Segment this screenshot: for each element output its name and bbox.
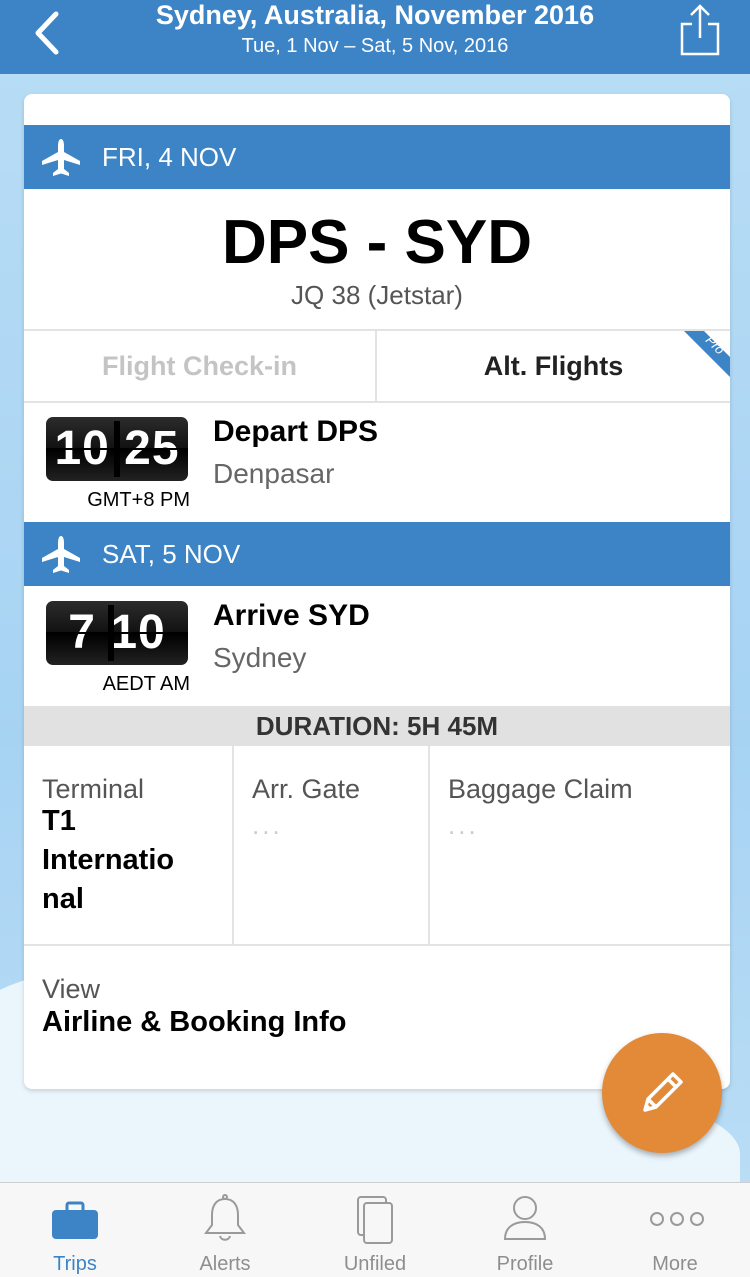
divider [24, 944, 730, 946]
airline-booking-info-link[interactable]: Airline & Booking Info [42, 1006, 347, 1039]
divider [24, 401, 730, 403]
depart-time-display: 10 25 [46, 417, 188, 481]
depart-timezone: GMT+8 PM [87, 489, 190, 511]
tab-more[interactable]: More [600, 1183, 750, 1277]
arrive-title: Arrive SYD [213, 599, 370, 632]
baggage-claim-label: Baggage Claim [448, 774, 633, 804]
alt-flights-button[interactable]: Alt. Flights [377, 331, 730, 401]
departure-day-bar: FRI, 4 NOV [24, 125, 730, 189]
bell-icon [204, 1194, 246, 1241]
arrive-timezone: AEDT AM [102, 673, 190, 695]
flight-duration: DURATION: 5H 45M [24, 706, 730, 746]
flight-checkin-button[interactable]: Flight Check-in [24, 331, 375, 401]
divider [428, 746, 430, 946]
arrival-day-bar: SAT, 5 NOV [24, 522, 730, 586]
airplane-icon [42, 536, 80, 573]
terminal-value-line1: T1 [42, 805, 76, 837]
route-title: DPS - SYD [221, 208, 533, 277]
baggage-claim-value: ... [448, 810, 479, 840]
arrive-time-display: 7 10 [46, 601, 188, 665]
tab-profile[interactable]: Profile [450, 1183, 600, 1277]
arrival-day: SAT, 5 NOV [102, 539, 241, 569]
depart-title: Depart DPS [213, 415, 379, 448]
arrival-gate-label: Arr. Gate [252, 774, 361, 804]
trip-title: Sydney, Australia, November 2016 [155, 0, 595, 30]
divider [232, 746, 234, 946]
depart-city: Denpasar [213, 458, 335, 489]
terminal-value-line2: Internatio [42, 844, 175, 876]
arrive-city: Sydney [213, 642, 307, 673]
tab-bar: Trips Alerts Unfiled Profile More [0, 1182, 750, 1277]
briefcase-icon [52, 1201, 98, 1239]
tab-alerts[interactable]: Alerts [150, 1183, 300, 1277]
arrival-gate-value: ... [252, 810, 283, 840]
view-label: View [42, 974, 101, 1004]
more-dots-icon [650, 1212, 704, 1226]
documents-icon [357, 1196, 393, 1244]
pro-badge: Pro [684, 331, 730, 377]
tab-trips[interactable]: Trips [0, 1183, 150, 1277]
airplane-icon [42, 139, 80, 176]
tab-unfiled[interactable]: Unfiled [300, 1183, 450, 1277]
departure-day: FRI, 4 NOV [102, 142, 237, 172]
terminal-value-line3: nal [42, 883, 84, 915]
flight-number: JQ 38 (Jetstar) [291, 280, 463, 310]
share-button[interactable] [678, 4, 722, 56]
share-icon [680, 4, 720, 56]
person-icon [503, 1196, 547, 1240]
flight-card: FRI, 4 NOV DPS - SYD JQ 38 (Jetstar) Fli… [24, 94, 730, 1089]
terminal-label: Terminal [42, 774, 145, 804]
trip-dates: Tue, 1 Nov – Sat, 5 Nov, 2016 [241, 35, 509, 57]
nav-header: Sydney, Australia, November 2016 Tue, 1 … [0, 0, 750, 74]
edit-button[interactable] [602, 1033, 722, 1153]
pencil-icon [643, 1072, 683, 1112]
